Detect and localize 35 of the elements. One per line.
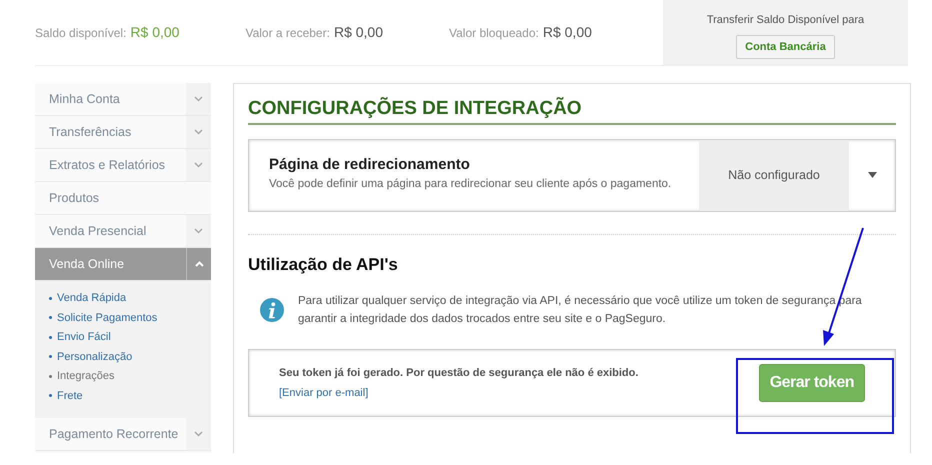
balance-value: R$ 0,00	[542, 23, 592, 42]
section-title: Página de redirecionamento	[269, 154, 471, 175]
email-link[interactable]: [Enviar por e-mail]	[279, 386, 368, 399]
submenu-link[interactable]: Integrações	[49, 367, 211, 386]
sidebar-item[interactable]: Transferências	[35, 116, 211, 149]
balance-label: Valor a receber:	[245, 24, 330, 42]
section-description: Você pode definir uma página para redirecionar seu cliente após o pagamento.	[269, 177, 672, 192]
chevron-down-icon[interactable]	[194, 162, 203, 168]
sidebar-item[interactable]: Minha Conta	[35, 83, 211, 116]
token-message: Seu token já foi gerado. Por questão de segurança ele não é exibido.	[279, 366, 638, 382]
sidebar-item[interactable]: Venda Online	[35, 248, 211, 281]
chevron-down-icon[interactable]	[194, 96, 203, 102]
redirect-status-dropdown[interactable]: Não configurado	[699, 140, 849, 211]
submenu-link[interactable]: Envio Fácil	[49, 328, 211, 348]
balance-value: R$ 0,00	[334, 23, 383, 42]
page-title: CONFIGURAÇÕES DE INTEGRAÇÃO	[248, 98, 896, 125]
balance-label: Saldo disponível:	[35, 24, 126, 42]
generate-token-button[interactable]: Gerar token	[758, 364, 865, 402]
transfer-label: Transferir Saldo Disponível para	[706, 13, 864, 28]
balance-value: R$ 0,00	[130, 23, 180, 42]
sidebar-item[interactable]: Extratos e Relatórios	[35, 149, 211, 182]
bank-account-button[interactable]: Conta Bancária	[736, 34, 835, 59]
chevron-down-icon[interactable]	[194, 228, 203, 234]
dropdown-arrow-icon[interactable]	[868, 172, 876, 178]
sidebar-item[interactable]: Venda Presencial	[35, 215, 211, 248]
submenu-link[interactable]: Frete	[49, 386, 211, 406]
chevron-down-icon[interactable]	[194, 129, 203, 135]
submenu-link[interactable]: Solicite Pagamentos	[49, 308, 211, 328]
section-title: Utilização de API's	[248, 254, 399, 276]
balance-label: Valor bloqueado:	[449, 24, 539, 42]
chevron-up-icon[interactable]	[194, 261, 204, 267]
submenu-link[interactable]: Personalização	[49, 348, 211, 367]
sidebar-item[interactable]: Pagamento Recorrente	[35, 418, 211, 451]
submenu-link[interactable]: Venda Rápida	[49, 289, 211, 308]
chevron-down-icon[interactable]	[194, 431, 203, 437]
